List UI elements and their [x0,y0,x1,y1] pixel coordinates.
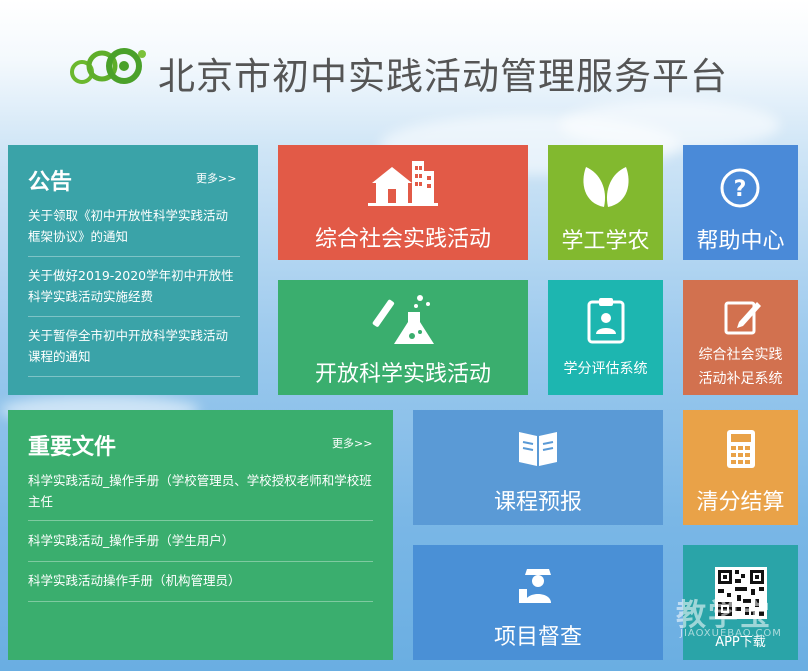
open-science-label: 开放科学实践活动 [314,362,491,387]
credit-eval-label: 学分评估系统 [563,361,648,377]
notice-heading: 公告 [28,170,73,195]
notice-item[interactable]: 关于领取《初中开放性科学实践活动框架协议》的通知 [28,205,240,257]
documents-more-link[interactable]: 更多>> [332,435,372,451]
help-center-tile[interactable]: ? 帮助中心 [683,145,798,260]
house-buildings-icon [368,161,438,206]
project-supervise-label: 项目督查 [493,625,582,650]
lab-flask-icon [372,295,434,344]
logo-icon [70,48,146,84]
open-book-icon [519,432,557,466]
documents-heading: 重要文件 [28,435,117,460]
notice-item[interactable]: 关于暂停全市初中开放科学实践活动课程的通知 [28,325,240,377]
documents-panel: 重要文件 更多>> 科学实践活动_操作手册（学校管理员、学校授权老师和学校班主任… [8,410,393,660]
course-report-tile[interactable]: 课程预报 [413,410,663,525]
document-item[interactable]: 科学实践活动_操作手册（学生用户） [28,530,373,562]
score-settle-tile[interactable]: 清分结算 [683,410,798,525]
social-practice-tile[interactable]: 综合社会实践活动 [278,145,528,260]
help-center-label: 帮助中心 [696,229,785,254]
learn-work-farm-label: 学工学农 [561,229,650,254]
edit-pencil-icon [724,301,761,335]
project-supervise-tile[interactable]: 项目督查 [413,545,663,660]
help-question-icon: ? [720,168,760,208]
qr-code-icon [715,567,767,619]
app-download-label: APP下载 [715,635,766,650]
social-practice-label: 综合社会实践活动 [314,227,491,252]
notice-item[interactable]: 关于做好2019-2020学年初中开放性科学实践活动实施经费 [28,265,240,317]
social-supplement-label-line2: 活动补足系统 [698,371,783,387]
social-supplement-tile[interactable]: 综合社会实践 活动补足系统 [683,280,798,395]
credit-eval-tile[interactable]: 学分评估系统 [548,280,663,395]
notice-more-link[interactable]: 更多>> [196,170,236,186]
leaves-icon [583,167,629,207]
app-download-tile[interactable]: APP下载 [683,545,798,660]
svg-text:?: ? [734,177,747,202]
course-report-label: 课程预报 [493,490,582,515]
site-title: 北京市初中实践活动管理服务平台 [158,55,728,98]
document-item[interactable]: 科学实践活动_操作手册（学校管理员、学校授权老师和学校班主任 [28,470,373,521]
document-item[interactable]: 科学实践活动操作手册（机构管理员） [28,570,373,602]
inspector-icon [519,569,551,603]
clipboard-user-icon [587,298,625,344]
open-science-tile[interactable]: 开放科学实践活动 [278,280,528,395]
score-settle-label: 清分结算 [696,490,785,515]
learn-work-farm-tile[interactable]: 学工学农 [548,145,663,260]
calculator-icon [727,430,755,468]
social-supplement-label-line1: 综合社会实践 [698,347,783,363]
site-header: 北京市初中实践活动管理服务平台 [0,0,808,135]
notice-panel: 公告 更多>> 关于领取《初中开放性科学实践活动框架协议》的通知 关于做好201… [8,145,258,395]
